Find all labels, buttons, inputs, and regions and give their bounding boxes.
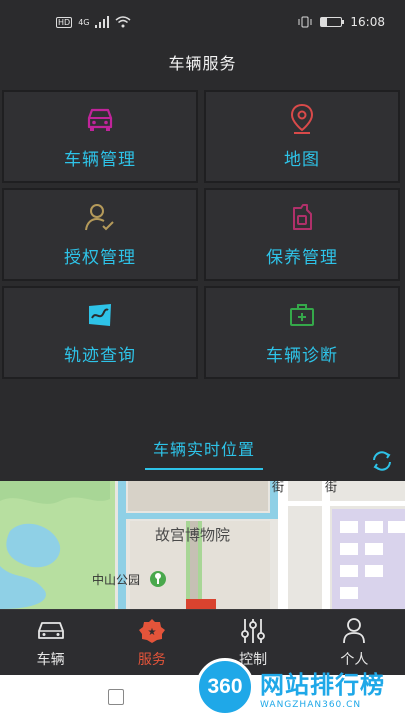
tile-maintenance[interactable]: 保养管理 — [204, 188, 400, 281]
watermark: 360 网站排行榜 WANGZHAN360.CN — [196, 658, 385, 716]
map-pin-icon — [286, 103, 318, 135]
user-check-icon — [84, 201, 116, 233]
tile-label: 车辆管理 — [64, 150, 136, 170]
tile-vehicle-management[interactable]: 车辆管理 — [2, 90, 198, 183]
tab-service[interactable]: ★ 服务 — [101, 610, 202, 675]
clock: 16:08 — [350, 15, 385, 29]
tile-track-query[interactable]: 轨迹查询 — [2, 286, 198, 379]
service-grid: 车辆管理 地图 授权管理 保养管理 轨迹查询 车辆诊断 — [2, 90, 403, 379]
watermark-title: 网站排行榜 — [260, 670, 385, 699]
watermark-url: WANGZHAN360.CN — [260, 699, 362, 710]
map-label-park: 中山公园 — [92, 572, 140, 587]
car-icon — [84, 103, 116, 135]
tile-label: 轨迹查询 — [64, 346, 136, 366]
svg-text:★: ★ — [147, 627, 156, 638]
tile-label: 授权管理 — [64, 248, 136, 268]
watermark-logo: 360 — [196, 658, 254, 716]
tab-label: 车辆 — [36, 651, 65, 668]
tile-authorization[interactable]: 授权管理 — [2, 188, 198, 281]
map-label-museum: 故宫博物院 — [155, 526, 230, 544]
refresh-icon[interactable] — [370, 449, 394, 473]
recent-apps-button[interactable] — [108, 689, 124, 705]
map-label-street-1: 街 — [272, 481, 284, 494]
page-title: 车辆服务 — [168, 54, 237, 73]
network-label: 4G — [78, 17, 90, 27]
tile-label: 车辆诊断 — [266, 346, 338, 366]
tab-vehicle[interactable]: 车辆 — [0, 610, 101, 675]
tile-label: 地图 — [284, 150, 320, 170]
tile-map[interactable]: 地图 — [204, 90, 400, 183]
wifi-icon — [115, 16, 131, 28]
hd-badge: HD — [56, 16, 73, 28]
car-outline-icon — [37, 621, 64, 639]
map-canvas: 故宫博物院 中山公园 街 街 — [0, 481, 405, 609]
status-bar: HD 4G 16:08 — [0, 0, 405, 44]
sliders-icon — [241, 618, 266, 643]
vibrate-icon — [298, 16, 312, 28]
oil-can-icon — [286, 201, 318, 233]
medkit-icon — [286, 299, 318, 331]
signal-icon — [95, 16, 110, 28]
track-map-icon — [84, 299, 116, 331]
tile-diagnosis[interactable]: 车辆诊断 — [204, 286, 400, 379]
map-label-street-2: 街 — [325, 481, 337, 494]
tile-label: 保养管理 — [266, 248, 338, 268]
tab-label: 服务 — [137, 651, 166, 668]
person-icon — [343, 617, 366, 643]
location-map[interactable]: 故宫博物院 中山公园 街 街 — [0, 481, 405, 609]
service-badge-icon: ★ — [138, 618, 165, 643]
tab-realtime-location[interactable]: 车辆实时位置 — [145, 436, 263, 470]
battery-icon — [320, 17, 345, 27]
